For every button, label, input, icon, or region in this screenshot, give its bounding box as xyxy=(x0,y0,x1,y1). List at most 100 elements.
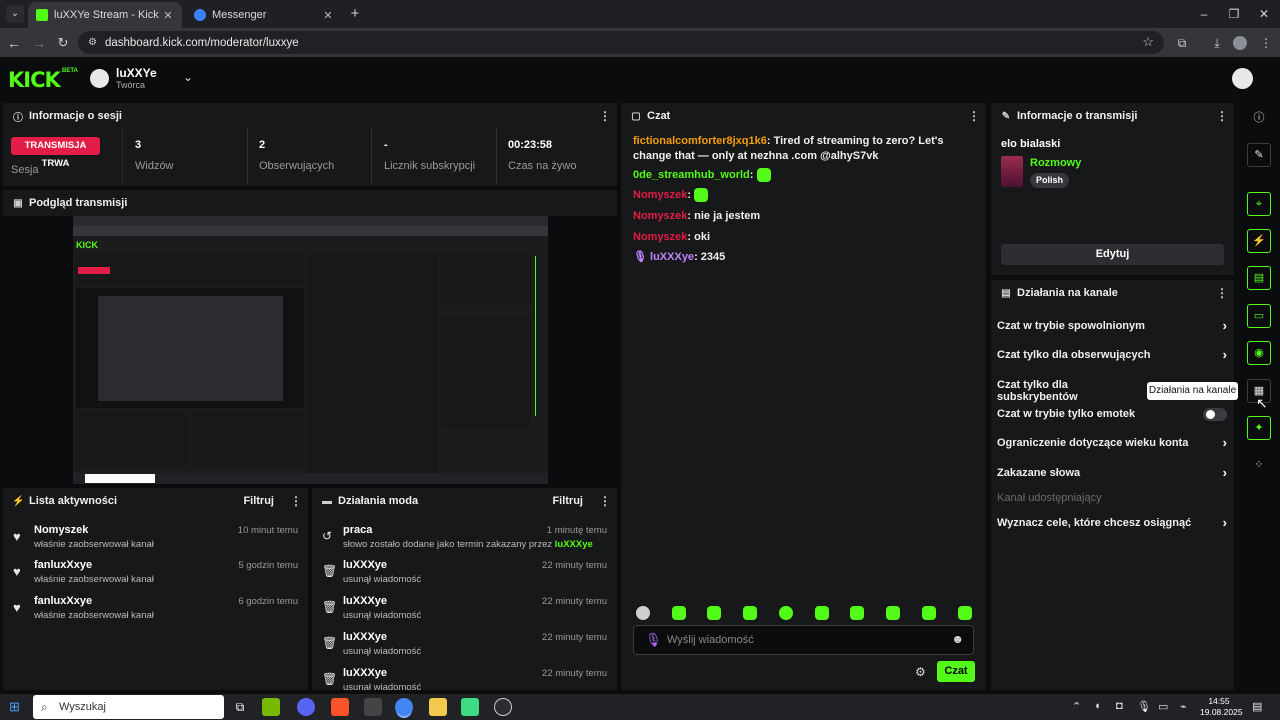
chat-bubble-icon[interactable]: ▭ xyxy=(1247,304,1271,328)
site-info-icon[interactable]: ⚙ xyxy=(88,37,97,48)
emote-icon[interactable] xyxy=(958,606,972,620)
emote-icon[interactable] xyxy=(707,606,721,620)
emote-icon[interactable] xyxy=(850,606,864,620)
emote-icon[interactable] xyxy=(815,606,829,620)
back-button[interactable]: ← xyxy=(4,33,24,53)
lightning-icon[interactable]: ⚡ xyxy=(1247,229,1271,253)
file-explorer-icon[interactable] xyxy=(429,698,447,716)
kick-logo[interactable]: KICK xyxy=(8,68,61,92)
app-icon[interactable] xyxy=(364,698,382,716)
windows-start-icon[interactable]: ⊞ xyxy=(9,700,23,714)
stream-preview-video[interactable]: KICK xyxy=(73,216,548,484)
pencil-icon[interactable]: ✎ xyxy=(1247,143,1271,167)
close-icon[interactable]: ✕ xyxy=(162,9,174,22)
more-options-icon[interactable]: ⋮ xyxy=(968,109,980,123)
chat-message[interactable]: 0de_streamhub_world: xyxy=(633,168,978,183)
notifications-icon[interactable]: ▤ xyxy=(1252,700,1262,713)
tab-kick-dashboard[interactable]: luXXYe Stream - Kick Dashbo ✕ xyxy=(28,2,182,28)
mod-action-item[interactable]: 🗑 luXXXye usunął wiadomość 22 minuty tem… xyxy=(312,592,617,628)
task-view-icon[interactable]: ⧉ xyxy=(231,698,249,716)
chat-message[interactable]: Nomyszek: xyxy=(633,188,978,203)
network-icon[interactable]: ⌁ xyxy=(1180,700,1187,713)
emote-icon[interactable] xyxy=(636,606,650,620)
mod-action-item[interactable]: 🗑 luXXXye usunął wiadomość 22 minuty tem… xyxy=(312,664,617,690)
chat-username[interactable]: luXXXye xyxy=(650,251,694,263)
brave-app-icon[interactable] xyxy=(331,698,349,716)
slow-mode-item[interactable]: Czat w trybie spowolnionym › xyxy=(997,318,1229,336)
activity-item[interactable]: ♥ fanluxXxye właśnie zaobserwował kanał … xyxy=(3,556,308,592)
mod-action-item[interactable]: 🗑 luXXXye usunął wiadomość 22 minuty tem… xyxy=(312,556,617,592)
scan-icon[interactable]: ⌖ xyxy=(1247,192,1271,216)
monitor-icon[interactable]: ▭ xyxy=(1158,700,1168,713)
filter-button[interactable]: Filtruj xyxy=(243,495,274,507)
new-tab-button[interactable]: + xyxy=(346,5,364,23)
chat-username[interactable]: Nomyszek xyxy=(633,210,687,222)
close-icon[interactable]: ✕ xyxy=(322,9,334,22)
extensions-icon[interactable]: ⧉ xyxy=(1173,34,1191,52)
reload-button[interactable]: ↻ xyxy=(53,33,73,53)
emote-icon[interactable] xyxy=(779,606,793,620)
more-options-icon[interactable]: ⋮ xyxy=(599,109,611,123)
download-icon[interactable]: ⤓ xyxy=(1208,34,1226,52)
followers-only-item[interactable]: Czat tylko dla obserwujących › xyxy=(997,347,1229,365)
app-icon[interactable] xyxy=(494,698,512,716)
info-icon[interactable]: ⓘ xyxy=(1247,106,1271,130)
chrome-app-icon[interactable] xyxy=(395,698,413,716)
mic-icon[interactable]: 🎙 xyxy=(645,632,662,648)
more-options-icon[interactable]: ⋮ xyxy=(1216,109,1228,123)
chat-username[interactable]: fictionalcomforter8jxq1k6 xyxy=(633,135,767,147)
taskbar-search[interactable]: ⌕ Wyszukaj xyxy=(33,695,224,719)
channel-name[interactable]: luXXYe xyxy=(116,66,157,80)
forward-button[interactable]: → xyxy=(29,33,49,53)
subscribers-only-item[interactable]: Czat tylko dla subskrybentów xyxy=(997,377,1147,403)
filter-button[interactable]: Filtruj xyxy=(552,495,583,507)
system-clock[interactable]: 14:55 19.08.2025 xyxy=(1200,696,1243,718)
activity-item[interactable]: ♥ fanluxXxye właśnie zaobserwował kanał … xyxy=(3,592,308,628)
address-bar[interactable]: ⚙ dashboard.kick.com/moderator/luxxye ☆ xyxy=(78,31,1164,54)
more-options-icon[interactable]: ⋮ xyxy=(290,494,302,508)
nvidia-app-icon[interactable] xyxy=(262,698,280,716)
document-icon[interactable]: ▤ xyxy=(1247,266,1271,290)
chat-settings-icon[interactable]: ⚙ xyxy=(915,665,926,679)
chat-message[interactable]: Nomyszek: nie ja jestem xyxy=(633,209,978,224)
emote-only-toggle[interactable] xyxy=(1203,408,1227,421)
speaker-icon[interactable]: ◖ xyxy=(1094,700,1101,712)
chat-input-field[interactable]: 🎙 Wyślij wiadomość ☻ xyxy=(633,625,974,655)
app-icon[interactable] xyxy=(461,698,479,716)
goals-item[interactable]: Wyznacz cele, które chcesz osiągnąć › xyxy=(997,515,1229,533)
stream-category[interactable]: Rozmowy xyxy=(1030,157,1081,169)
apps-icon[interactable]: ⁘ xyxy=(1247,453,1271,477)
tray-icon[interactable]: ◘ xyxy=(1116,700,1123,712)
window-close-button[interactable]: ✕ xyxy=(1252,5,1276,23)
banned-words-item[interactable]: Zakazane słowa › xyxy=(997,465,1229,483)
undo-icon[interactable]: ↺ xyxy=(322,529,332,543)
chat-message[interactable]: 🎙 luXXXye: 2345 xyxy=(633,250,978,265)
tab-search-button[interactable]: ⌄ xyxy=(6,5,24,23)
wrench-icon[interactable]: ✦ xyxy=(1247,416,1271,440)
edit-button[interactable]: Edytuj xyxy=(1001,244,1224,265)
send-chat-button[interactable]: Czat xyxy=(937,661,975,682)
chat-message[interactable]: Nomyszek: oki xyxy=(633,230,978,245)
mic-tray-icon[interactable]: 🎙 xyxy=(1137,700,1151,713)
chat-username[interactable]: Nomyszek xyxy=(633,189,687,201)
maximize-button[interactable]: ❐ xyxy=(1222,5,1246,23)
emote-icon[interactable] xyxy=(743,606,757,620)
account-age-item[interactable]: Ograniczenie dotyczące wieku konta › xyxy=(997,435,1229,453)
broadcast-icon[interactable]: ◉ xyxy=(1247,341,1271,365)
tray-expand-icon[interactable]: ⌃ xyxy=(1072,700,1081,713)
profile-avatar[interactable] xyxy=(1233,36,1247,50)
chat-username[interactable]: 0de_streamhub_world xyxy=(633,169,750,181)
chat-username[interactable]: Nomyszek xyxy=(633,231,687,243)
user-avatar[interactable] xyxy=(1232,68,1253,89)
emote-icon[interactable] xyxy=(886,606,900,620)
emote-icon[interactable] xyxy=(922,606,936,620)
mod-action-item[interactable]: ↺ praca słowo zostało dodane jako termin… xyxy=(312,521,617,557)
emoji-icon[interactable]: ☻ xyxy=(951,632,964,646)
emote-icon[interactable] xyxy=(672,606,686,620)
more-options-icon[interactable]: ⋮ xyxy=(599,494,611,508)
minimize-button[interactable]: – xyxy=(1192,5,1216,23)
activity-item[interactable]: ♥ Nomyszek właśnie zaobserwował kanał 10… xyxy=(3,521,308,557)
chevron-down-icon[interactable]: ⌄ xyxy=(183,70,193,84)
mod-action-item[interactable]: 🗑 luXXXye usunął wiadomość 22 minuty tem… xyxy=(312,628,617,664)
emote-only-item[interactable]: Czat w trybie tylko emotek xyxy=(997,406,1229,424)
